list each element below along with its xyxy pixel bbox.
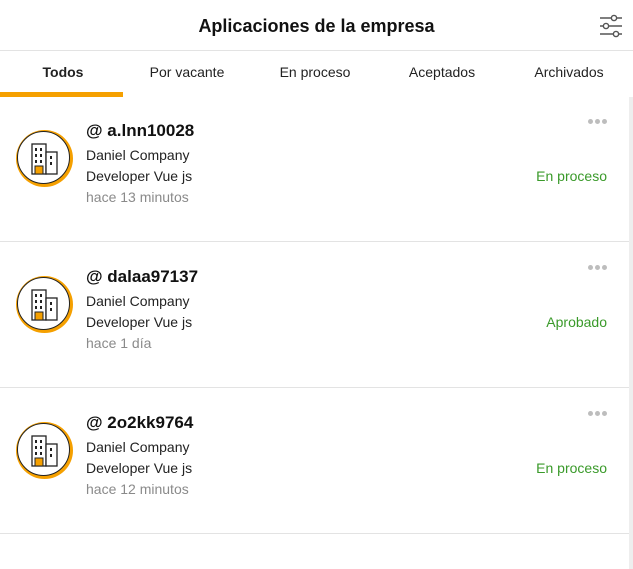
job-position: Developer Vue js [86,168,193,184]
page-title: Aplicaciones de la empresa [198,16,435,36]
company-name: Daniel Company [86,439,190,455]
app-header: Aplicaciones de la empresa [0,0,633,51]
filter-sliders-icon[interactable] [598,14,624,38]
applicant-username: @ 2o2kk9764 [86,413,194,432]
more-options-icon[interactable] [586,261,610,273]
application-time: hace 12 minutos [86,481,189,497]
application-card[interactable]: @ a.lnn10028 Daniel Company Developer Vu… [0,97,629,242]
status-label: En proceso [536,460,607,476]
application-card[interactable]: @ dalaa97137 Daniel Company Developer Vu… [0,243,629,388]
applications-list: @ a.lnn10028 Daniel Company Developer Vu… [0,97,633,569]
company-building-icon [16,130,73,187]
status-label: Aprobado [546,314,607,330]
tab-aceptados[interactable]: Aceptados [379,52,505,98]
status-label: En proceso [536,168,607,184]
company-name: Daniel Company [86,293,190,309]
job-position: Developer Vue js [86,314,193,330]
more-options-icon[interactable] [586,407,610,419]
application-time: hace 13 minutos [86,189,189,205]
tab-por-vacante[interactable]: Por vacante [124,52,250,98]
more-options-icon[interactable] [586,115,610,127]
application-card[interactable]: @ 2o2kk9764 Daniel Company Developer Vue… [0,389,629,534]
application-time: hace 1 día [86,335,152,351]
company-building-icon [16,422,73,479]
job-position: Developer Vue js [86,460,193,476]
applicant-username: @ a.lnn10028 [86,121,195,140]
applicant-username: @ dalaa97137 [86,267,199,286]
tab-archivados[interactable]: Archivados [506,52,632,98]
company-name: Daniel Company [86,147,190,163]
tab-en-proceso[interactable]: En proceso [252,52,378,98]
company-building-icon [16,276,73,333]
